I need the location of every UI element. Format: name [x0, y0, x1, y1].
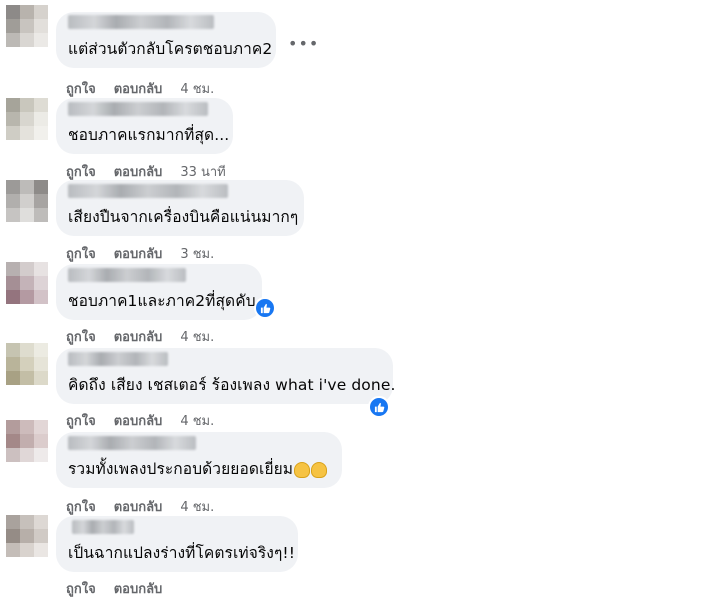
commenter-name-blurred	[68, 268, 186, 282]
reply-link[interactable]: ตอบกลับ	[114, 161, 163, 182]
reply-link[interactable]: ตอบกลับ	[114, 243, 163, 264]
commenter-name-blurred	[68, 436, 196, 450]
comment-bubble: เป็นฉากแปลงร่างที่โคตรเท่จริงๆ!!	[56, 516, 298, 572]
like-link[interactable]: ถูกใจ	[66, 326, 96, 347]
comment-bubble: ชอบภาคแรกมากที่สุด...	[56, 98, 233, 154]
like-reaction-icon[interactable]	[254, 297, 276, 319]
like-reaction-icon[interactable]	[368, 396, 390, 418]
comment-timestamp[interactable]: 4 ชม.	[180, 78, 214, 99]
comment-actions: ถูกใจ ตอบกลับ 3 ชม.	[66, 243, 214, 264]
commenter-name-blurred	[68, 184, 228, 198]
comment-actions: ถูกใจ ตอบกลับ 4 ชม.	[66, 496, 214, 517]
comment-bubble: เสียงปืนจากเครื่องบินคือแน่นมากๆ	[56, 180, 304, 236]
like-link[interactable]: ถูกใจ	[66, 78, 96, 99]
reply-link[interactable]: ตอบกลับ	[114, 496, 163, 517]
reply-link[interactable]: ตอบกลับ	[114, 578, 163, 599]
comment-timestamp[interactable]: 4 ชม.	[180, 496, 214, 517]
commenter-name-blurred	[68, 15, 214, 29]
comment-timestamp[interactable]: 4 ชม.	[180, 326, 214, 347]
avatar[interactable]	[6, 98, 48, 140]
comment-text: ชอบภาคแรกมากที่สุด...	[68, 126, 230, 144]
reply-link[interactable]: ตอบกลับ	[114, 410, 163, 431]
like-link[interactable]: ถูกใจ	[66, 161, 96, 182]
comment-bubble: ชอบภาค1และภาค2ที่สุดคับ	[56, 264, 262, 320]
avatar[interactable]	[6, 515, 48, 557]
commenter-name-blurred	[68, 352, 168, 366]
like-link[interactable]: ถูกใจ	[66, 578, 96, 599]
comment-actions: ถูกใจ ตอบกลับ 4 ชม.	[66, 326, 214, 347]
comment-bubble: คิดถึง เสียง เชสเตอร์ ร้องเพลง what i've…	[56, 348, 396, 404]
comment-text: เสียงปืนจากเครื่องบินคือแน่นมากๆ	[68, 208, 299, 226]
comment-text: ชอบภาค1และภาค2ที่สุดคับ	[68, 292, 256, 310]
comment-text: เป็นฉากแปลงร่างที่โคตรเท่จริงๆ!!	[68, 544, 296, 562]
reply-link[interactable]: ตอบกลับ	[114, 78, 163, 99]
commenter-name-blurred	[72, 520, 134, 534]
like-link[interactable]: ถูกใจ	[66, 496, 96, 517]
more-options-icon[interactable]: •••	[288, 34, 319, 53]
avatar[interactable]	[6, 5, 48, 47]
like-link[interactable]: ถูกใจ	[66, 243, 96, 264]
comment-actions: ถูกใจ ตอบกลับ	[66, 578, 162, 599]
comment-timestamp[interactable]: 4 ชม.	[180, 410, 214, 431]
comment-bubble: แต่ส่วนตัวกลับโครตชอบภาค2	[56, 12, 276, 68]
comment-actions: ถูกใจ ตอบกลับ 4 ชม.	[66, 78, 214, 99]
comment-text: แต่ส่วนตัวกลับโครตชอบภาค2	[68, 40, 273, 58]
clapping-hands-icon	[294, 461, 311, 478]
comment-text: คิดถึง เสียง เชสเตอร์ ร้องเพลง what i've…	[68, 376, 396, 394]
avatar[interactable]	[6, 180, 48, 222]
comment-bubble: รวมทั้งเพลงประกอบด้วยยอดเยี่ยม	[56, 432, 342, 488]
commenter-name-blurred	[68, 102, 208, 116]
clapping-hands-icon	[311, 461, 328, 478]
comment-text-body: รวมทั้งเพลงประกอบด้วยยอดเยี่ยม	[68, 460, 294, 478]
comment-timestamp[interactable]: 33 นาที	[180, 161, 225, 182]
avatar[interactable]	[6, 262, 48, 304]
comment-text: รวมทั้งเพลงประกอบด้วยยอดเยี่ยม	[68, 456, 328, 481]
like-link[interactable]: ถูกใจ	[66, 410, 96, 431]
reply-link[interactable]: ตอบกลับ	[114, 326, 163, 347]
avatar[interactable]	[6, 343, 48, 385]
comment-actions: ถูกใจ ตอบกลับ 4 ชม.	[66, 410, 214, 431]
comment-timestamp[interactable]: 3 ชม.	[180, 243, 214, 264]
avatar[interactable]	[6, 420, 48, 462]
comment-actions: ถูกใจ ตอบกลับ 33 นาที	[66, 161, 226, 182]
